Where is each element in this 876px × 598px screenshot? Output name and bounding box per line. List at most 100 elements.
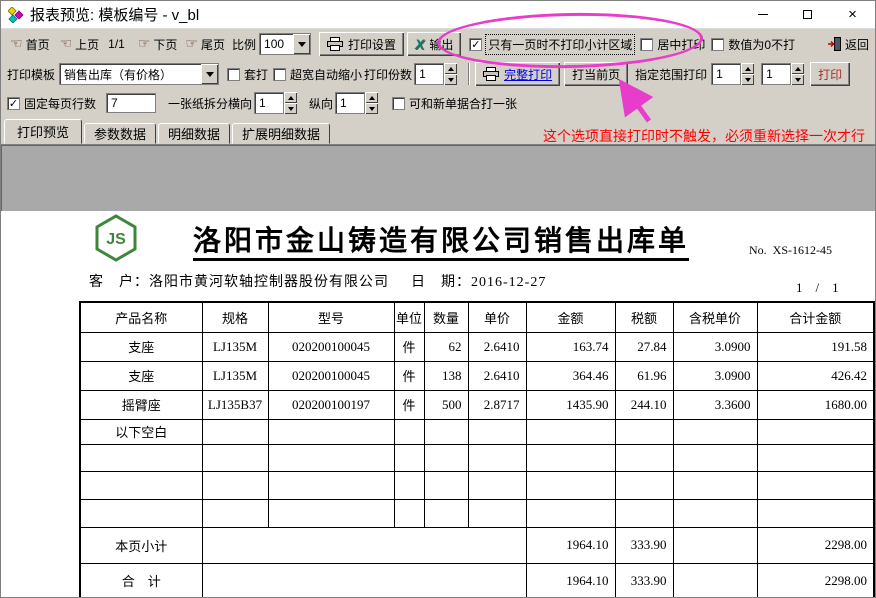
checkbox-fixed-rows[interactable]: ✓ 固定每页行数 — [7, 95, 96, 112]
customer-name: 洛阳市黄河软轴控制器股份有限公司 — [149, 275, 389, 290]
checkbox-merge-new-doc[interactable]: ✓ 可和新单据合打一张 — [392, 95, 517, 112]
checkbox-auto-shrink[interactable]: ✓ 超宽自动缩小 — [273, 66, 362, 83]
spin-up-button[interactable] — [741, 63, 754, 74]
document-number: No. XS-1612-45 — [749, 243, 832, 258]
chevron-down-icon — [298, 42, 306, 47]
titlebar: 报表预览: 模板编号 - v_bl × — [1, 1, 875, 29]
separator — [468, 63, 470, 85]
cell — [615, 444, 673, 471]
cell — [526, 471, 615, 499]
range-to-stepper[interactable]: 1 — [761, 63, 804, 85]
cell — [468, 419, 526, 444]
checkbox-center-print[interactable]: ✓ 居中打印 — [640, 36, 705, 53]
spin-up-button[interactable] — [284, 92, 297, 103]
first-page-button[interactable]: ☜ 首页 — [7, 34, 53, 55]
subtotal-label: 本页小计 — [80, 527, 202, 563]
cell — [202, 499, 268, 527]
tab-detail-data[interactable]: 明细数据 — [158, 123, 230, 144]
checkbox-no-subtotal-one-page[interactable]: ✓ 只有一页时不打印小计区域 — [469, 35, 634, 54]
cell — [468, 444, 526, 471]
split-horizontal-value: 1 — [254, 92, 284, 114]
cell: 摇臂座 — [80, 390, 202, 419]
checkbox-overlay-print[interactable]: ✓ 套打 — [227, 66, 268, 83]
cell — [424, 471, 468, 499]
tab-extended-detail-data[interactable]: 扩展明细数据 — [232, 123, 330, 144]
cell: 1680.00 — [757, 390, 874, 419]
export-button[interactable]: X 输出 — [407, 32, 461, 56]
cell — [673, 499, 757, 527]
spin-up-button[interactable] — [791, 63, 804, 74]
cell: 244.10 — [615, 390, 673, 419]
cell: 2.6410 — [468, 361, 526, 390]
cell — [526, 499, 615, 527]
spin-down-button[interactable] — [365, 103, 378, 114]
cell: 1435.90 — [526, 390, 615, 419]
cell — [424, 419, 468, 444]
minimize-button[interactable] — [740, 1, 785, 28]
cell — [80, 499, 202, 527]
maximize-button[interactable] — [785, 1, 830, 28]
scale-dropdown-button[interactable] — [293, 34, 310, 54]
cell: 426.42 — [757, 361, 874, 390]
spin-up-button[interactable] — [365, 92, 378, 103]
spin-down-button[interactable] — [741, 74, 754, 85]
merged-cell — [202, 563, 526, 598]
cell — [202, 419, 268, 444]
prev-page-label: 上页 — [75, 36, 99, 53]
cell: 163.74 — [526, 332, 615, 361]
print-setup-button[interactable]: 打印设置 — [319, 32, 404, 56]
spin-up-button[interactable] — [444, 63, 457, 74]
date-label: 日 期： — [411, 275, 471, 290]
spin-down-button[interactable] — [284, 103, 297, 114]
table-row — [80, 499, 874, 527]
print-current-page-button[interactable]: 打当前页 — [564, 62, 628, 86]
split-horizontal-stepper[interactable]: 1 — [254, 92, 297, 114]
cell — [615, 499, 673, 527]
checkbox-zero-no-print[interactable]: ✓ 数值为0不打 — [711, 36, 795, 53]
checkbox-box: ✓ — [7, 97, 20, 110]
checkbox-label: 固定每页行数 — [24, 95, 96, 112]
last-page-button[interactable]: ☞ 尾页 — [182, 34, 228, 55]
print-preview-area[interactable]: JS 洛阳市金山铸造有限公司销售出库单 No. XS-1612-45 客 户：洛… — [1, 144, 875, 597]
cell — [268, 444, 394, 471]
range-print-label: 指定范围打印 — [635, 66, 707, 83]
cell: 364.46 — [526, 361, 615, 390]
checkbox-box: ✓ — [392, 97, 405, 110]
spin-down-button[interactable] — [791, 74, 804, 85]
cell: 件 — [394, 332, 424, 361]
prev-page-button[interactable]: ☜ 上页 — [57, 34, 103, 55]
cell — [757, 419, 874, 444]
spin-down-button[interactable] — [444, 74, 457, 85]
split-vertical-label: 纵向 — [309, 95, 333, 112]
cell — [394, 499, 424, 527]
table-row: 摇臂座LJ135B37020200100197件5002.87171435.90… — [80, 390, 874, 419]
hand-right-icon: ☞ — [185, 37, 198, 51]
template-combobox[interactable]: 销售出库（有价格） — [59, 63, 219, 85]
split-vertical-stepper[interactable]: 1 — [335, 92, 378, 114]
maximize-icon — [803, 10, 812, 19]
total-value: 1964.10 — [526, 563, 615, 598]
back-button[interactable]: 返回 — [824, 34, 869, 55]
template-dropdown-button[interactable] — [201, 64, 218, 84]
close-button[interactable]: × — [830, 1, 875, 28]
next-page-button[interactable]: ☞ 下页 — [135, 34, 181, 55]
checkbox-label: 只有一页时不打印小计区域 — [486, 35, 634, 54]
template-value: 销售出库（有价格） — [60, 64, 201, 84]
chevron-up-icon — [288, 96, 294, 100]
print-button[interactable]: 打印 — [810, 62, 850, 86]
tab-parameter-data[interactable]: 参数数据 — [84, 123, 156, 144]
chevron-down-icon — [369, 107, 375, 111]
tab-print-preview[interactable]: 打印预览 — [4, 119, 82, 144]
last-page-label: 尾页 — [201, 36, 225, 53]
next-page-label: 下页 — [153, 36, 177, 53]
copies-stepper[interactable]: 1 — [414, 63, 457, 85]
cell — [268, 499, 394, 527]
range-from-stepper[interactable]: 1 — [711, 63, 754, 85]
scale-combobox[interactable]: 100 — [259, 33, 311, 55]
chevron-down-icon — [206, 72, 214, 77]
rows-per-page-input[interactable]: 7 — [106, 93, 156, 113]
checkbox-box: ✓ — [469, 38, 482, 51]
check-icon: ✓ — [9, 98, 18, 109]
print-full-button[interactable]: 完整打印 — [475, 62, 560, 86]
document-page-number: 1 / 1 — [796, 277, 839, 296]
